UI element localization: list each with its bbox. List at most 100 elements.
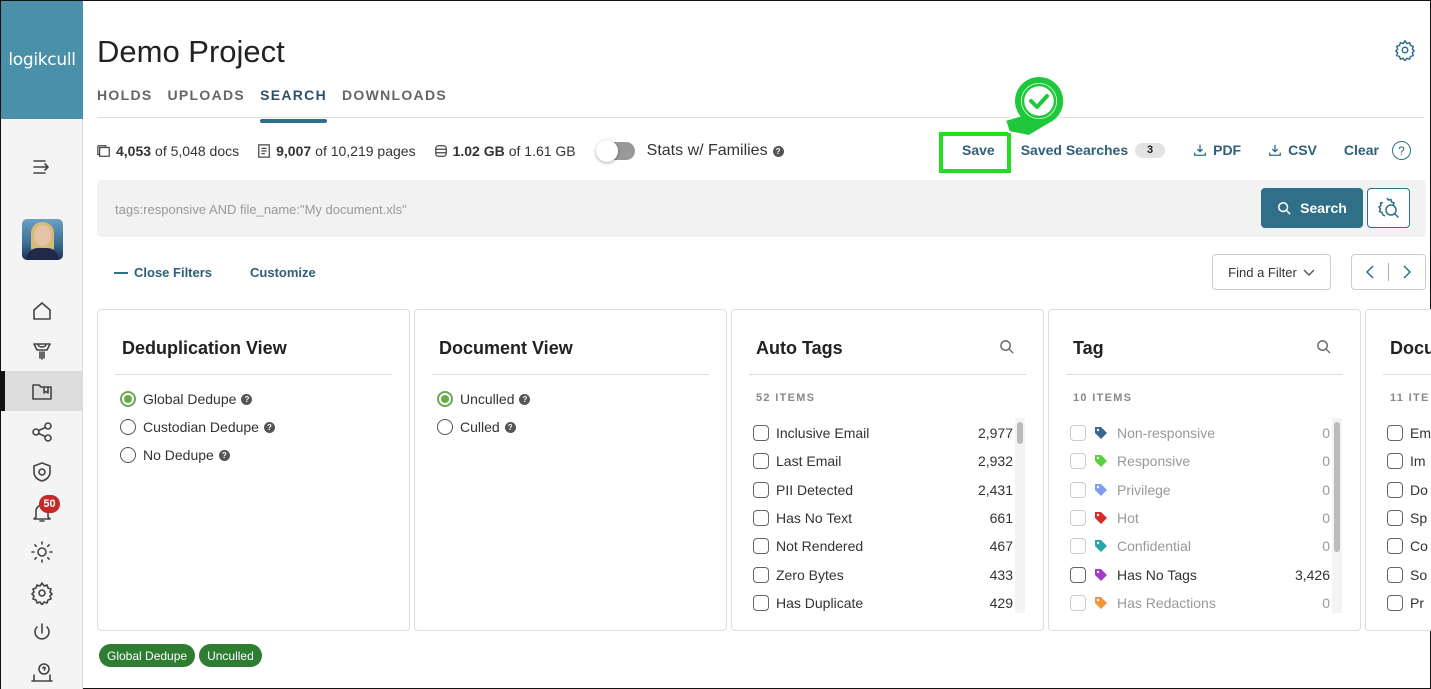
checkbox[interactable] [1070,594,1086,611]
list-item[interactable]: Has No Text 661 [753,504,1013,532]
checkbox[interactable] [1070,538,1086,555]
documents-icon [97,145,110,157]
help-button[interactable]: ? [1392,141,1411,160]
list-item[interactable]: Confidential 0 [1070,532,1330,560]
checkbox[interactable] [753,425,769,442]
sidebar: logikcull 50 [1,1,83,689]
list-item[interactable]: Do [1387,476,1431,504]
radio-custodian-dedupe[interactable]: Custodian Dedupe? [120,413,275,441]
sidebar-item-logout[interactable] [1,613,83,653]
tab-downloads[interactable]: DOWNLOADS [342,87,447,117]
radio-selected-icon [120,391,136,407]
checkbox[interactable] [1387,425,1403,442]
list-item[interactable]: Zero Bytes 433 [753,560,1013,588]
tab-search[interactable]: SEARCH [260,87,327,123]
list-item[interactable]: Co [1387,532,1431,560]
customize-button[interactable]: Customize [250,265,316,280]
radio-culled[interactable]: Culled? [437,413,530,441]
tag-icon [1095,568,1107,581]
checkbox[interactable] [1070,566,1086,583]
next-button[interactable] [1389,255,1425,289]
checkbox[interactable] [1070,481,1086,498]
list-item[interactable]: Sp [1387,504,1431,532]
list-item[interactable]: Has No Tags 3,426 [1070,560,1330,588]
families-toggle[interactable] [595,140,635,162]
checkbox[interactable] [1387,510,1403,527]
sidebar-item-security[interactable] [1,452,83,492]
checkbox[interactable] [1070,425,1086,442]
help-icon[interactable]: ? [263,421,275,433]
scrollbar[interactable] [1332,418,1342,613]
sidebar-item-share[interactable] [1,412,83,452]
help-icon[interactable]: ? [519,393,531,405]
list-item[interactable]: Last Email 2,932 [753,447,1013,475]
list-item[interactable]: So [1387,560,1431,588]
radio-unculled[interactable]: Unculled? [437,385,531,413]
close-filters-button[interactable]: Close Filters [114,265,212,280]
list-item[interactable]: Em [1387,419,1431,447]
find-filter-dropdown[interactable]: Find a Filter [1212,254,1331,290]
collapse-menu-button[interactable] [1,147,83,187]
export-pdf-button[interactable]: PDF [1193,142,1241,158]
saved-searches-button[interactable]: Saved Searches 3 [1021,142,1166,158]
sidebar-item-support[interactable] [1,653,83,689]
scrollbar[interactable] [1015,418,1025,613]
sidebar-item-home[interactable] [1,291,83,331]
clear-button[interactable]: Clear [1344,142,1379,158]
checkbox[interactable] [1387,453,1403,470]
list-item[interactable]: PII Detected 2,431 [753,476,1013,504]
checkbox[interactable] [753,481,769,498]
sidebar-item-projects[interactable] [1,371,83,411]
advanced-search-button[interactable] [1367,188,1410,228]
checkbox[interactable] [1070,510,1086,527]
project-settings-button[interactable] [1394,39,1418,63]
list-item[interactable]: Has Duplicate 429 [753,589,1013,617]
scrollbar-thumb[interactable] [1334,422,1340,552]
checkbox[interactable] [1387,594,1403,611]
search-button[interactable]: Search [1261,188,1363,228]
export-csv-button[interactable]: CSV [1268,142,1317,158]
list-item[interactable]: Im [1387,447,1431,475]
chip-global-dedupe[interactable]: Global Dedupe [99,644,196,667]
list-item[interactable]: Has Redactions 0 [1070,589,1330,617]
radio-global-dedupe[interactable]: Global Dedupe? [120,385,275,413]
sidebar-item-theme[interactable] [1,532,83,572]
help-icon[interactable]: ? [504,421,516,433]
sidebar-item-settings[interactable] [1,573,83,613]
prev-button[interactable] [1352,255,1388,289]
avatar[interactable] [22,219,63,260]
checkbox[interactable] [1387,538,1403,555]
help-icon[interactable]: ? [772,145,784,157]
list-item[interactable]: Inclusive Email 2,977 [753,419,1013,447]
checkbox[interactable] [753,594,769,611]
item-label: Has No Text [776,510,852,527]
list-item[interactable]: Responsive 0 [1070,447,1330,475]
checkbox[interactable] [1387,566,1403,583]
checkbox[interactable] [1387,481,1403,498]
card-search-button[interactable] [999,339,1015,355]
list-item[interactable]: Not Rendered 467 [753,532,1013,560]
scrollbar-thumb[interactable] [1017,422,1023,444]
search-input[interactable] [115,198,1235,220]
list-item[interactable]: Pr [1387,589,1431,617]
search-icon [1317,340,1331,354]
logo[interactable]: logikcull [1,1,83,119]
sidebar-item-uploads[interactable] [1,331,83,371]
help-icon[interactable]: ? [218,449,230,461]
tab-holds[interactable]: HOLDS [97,87,153,117]
list-item[interactable]: Privilege 0 [1070,476,1330,504]
chip-unculled[interactable]: Unculled [199,644,262,667]
tab-uploads[interactable]: UPLOADS [168,87,246,117]
home-icon [33,302,51,320]
help-icon[interactable]: ? [241,393,253,405]
list-item[interactable]: Non-responsive 0 [1070,419,1330,447]
list-item[interactable]: Hot 0 [1070,504,1330,532]
radio-no-dedupe[interactable]: No Dedupe? [120,441,275,469]
checkbox[interactable] [1070,453,1086,470]
tag-icon [1095,596,1107,609]
checkbox[interactable] [753,538,769,555]
checkbox[interactable] [753,453,769,470]
checkbox[interactable] [753,510,769,527]
card-search-button[interactable] [1316,339,1332,355]
checkbox[interactable] [753,566,769,583]
